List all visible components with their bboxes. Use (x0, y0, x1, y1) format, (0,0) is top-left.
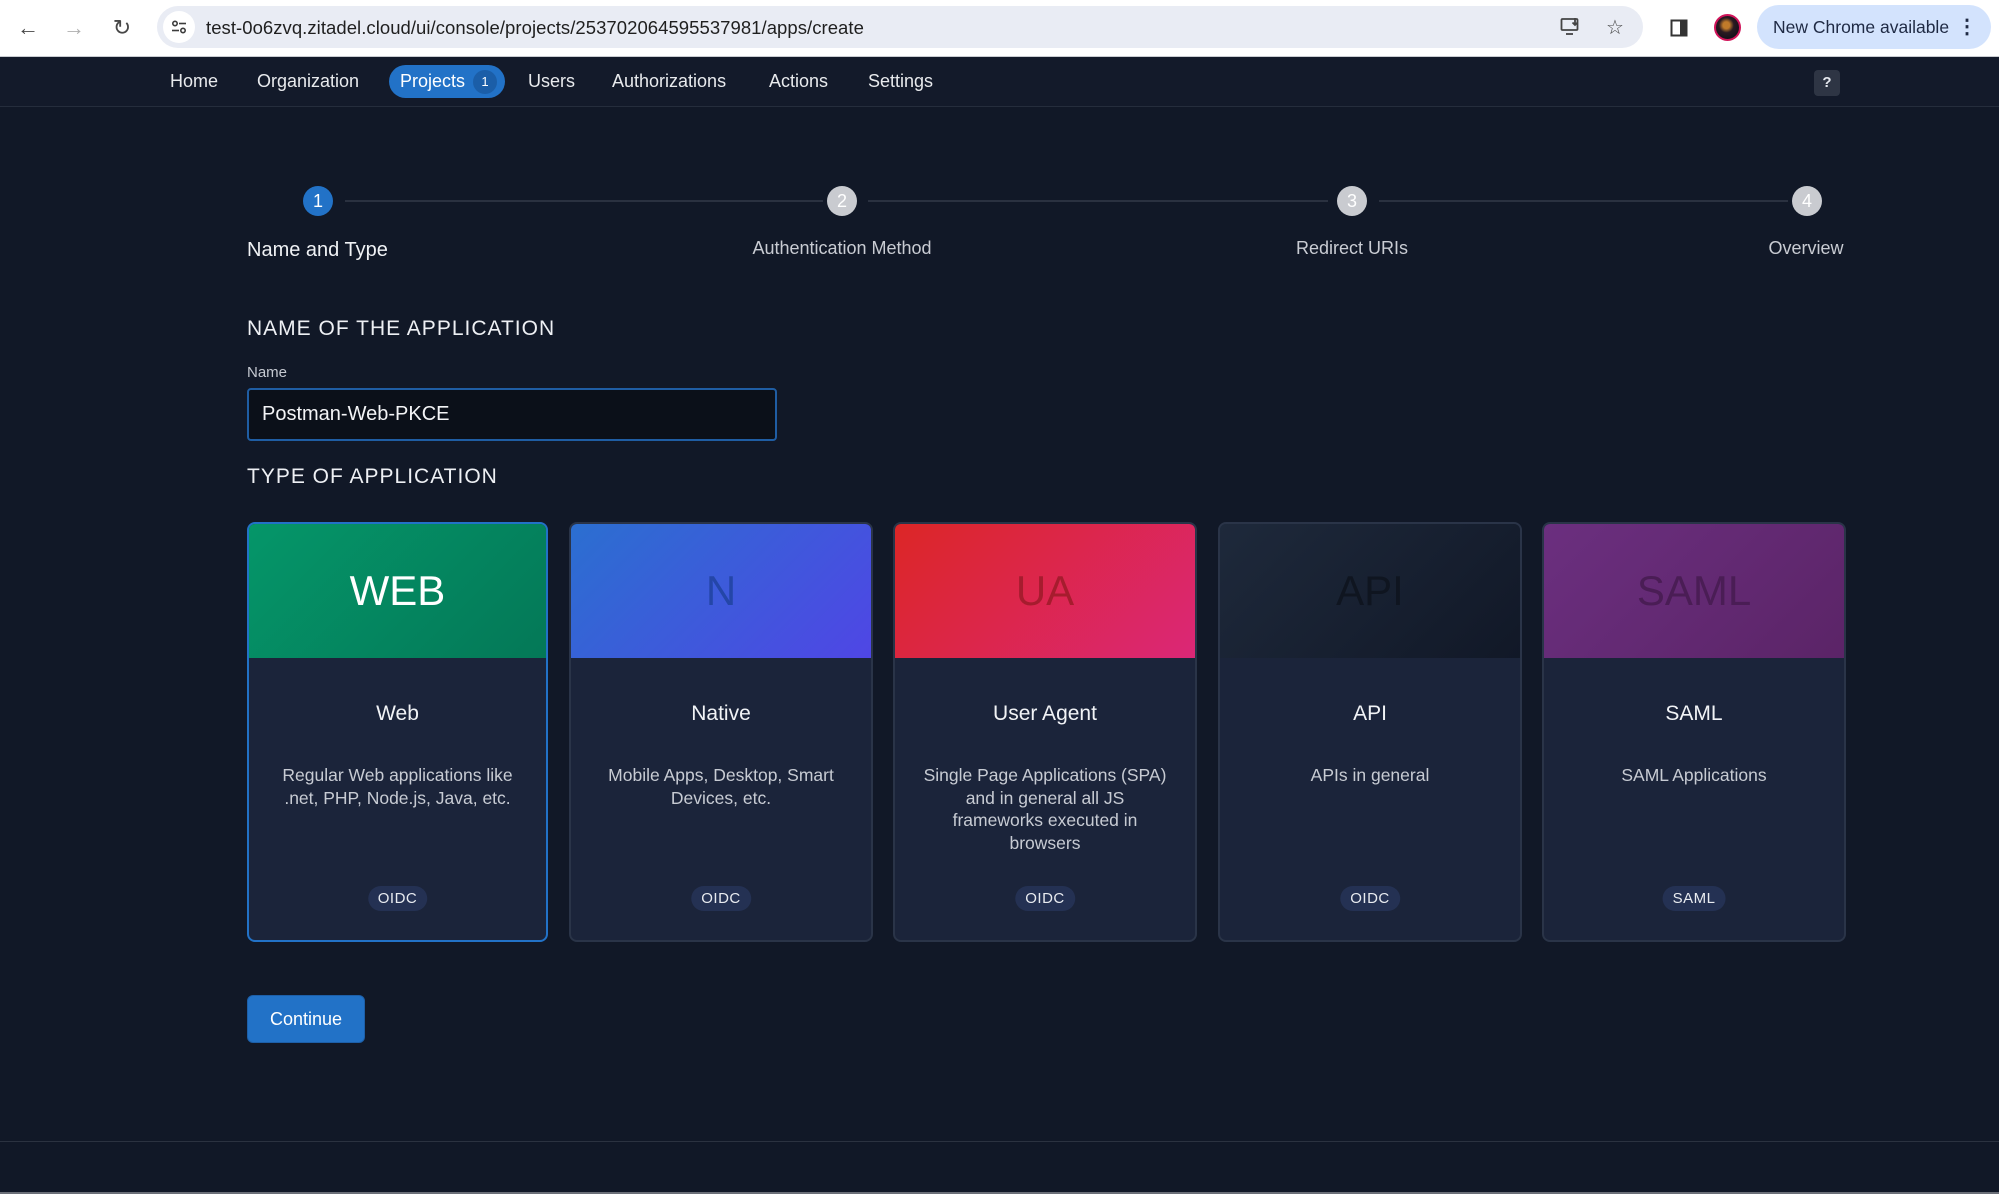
browser-toolbar: ← → ↻ test-0o6zvq.zitadel.cloud/ui/conso… (0, 0, 1999, 57)
step-2-label: Authentication Method (752, 238, 932, 258)
card-abbreviation: N (705, 567, 737, 614)
stepper-connector (868, 200, 1328, 202)
back-arrow-icon[interactable]: ← (12, 12, 44, 44)
step-1-indicator[interactable]: 1 (303, 186, 333, 216)
card-abbreviation: WEB (349, 567, 446, 614)
nav-label: Projects (400, 71, 466, 91)
help-button[interactable]: ? (1814, 70, 1840, 96)
card-header: API (1220, 524, 1520, 658)
card-title: Web (376, 702, 419, 725)
star-icon[interactable]: ☆ (1601, 14, 1629, 40)
nav-item-projects[interactable]: Projects 1 (389, 65, 506, 98)
protocol-tag: OIDC (691, 886, 751, 911)
projects-count-badge: 1 (473, 70, 498, 94)
step-4-indicator[interactable]: 4 (1792, 186, 1822, 216)
update-label: New Chrome available (1773, 16, 1950, 37)
card-abbreviation: UA (1015, 567, 1075, 614)
card-title: API (1353, 702, 1387, 725)
nav-item-home[interactable]: Home (159, 65, 229, 98)
kebab-menu-icon[interactable]: ⋮ (1957, 14, 1977, 39)
stepper-connector (1379, 200, 1788, 202)
nav-label: Users (528, 71, 576, 91)
nav-item-authorizations[interactable]: Authorizations (601, 65, 737, 98)
card-title: Native (691, 702, 751, 725)
card-header: UA (895, 524, 1195, 658)
protocol-tag: OIDC (1015, 886, 1075, 911)
stepper-connector (345, 200, 823, 202)
forward-arrow-icon[interactable]: → (58, 12, 90, 44)
nav-label: Home (170, 71, 219, 91)
card-header: SAML (1544, 524, 1844, 658)
card-description: Regular Web applications like .net, PHP,… (282, 765, 513, 808)
nav-item-actions[interactable]: Actions (758, 65, 839, 98)
protocol-tag: OIDC (367, 886, 428, 911)
nav-item-organization[interactable]: Organization (246, 65, 370, 98)
name-section-title: NAME OF THE APPLICATION (247, 317, 556, 340)
card-abbreviation: API (1336, 567, 1404, 614)
protocol-tag: OIDC (1340, 886, 1400, 911)
card-header: N (571, 524, 871, 658)
protocol-tag: SAML (1662, 886, 1726, 911)
app-type-card-user-agent[interactable]: UA User Agent Single Page Applications (… (893, 522, 1197, 942)
new-chrome-available-button[interactable]: New Chrome available ⋮ (1757, 5, 1991, 49)
url-text[interactable]: test-0o6zvq.zitadel.cloud/ui/console/pro… (206, 17, 864, 39)
card-description: Mobile Apps, Desktop, Smart Devices, etc… (608, 765, 834, 808)
step-4-label: Overview (1768, 238, 1844, 258)
nav-item-users[interactable]: Users (517, 65, 586, 98)
top-navigation: Home Organization Projects 1 Users Author… (0, 57, 1999, 107)
step-3-indicator[interactable]: 3 (1337, 186, 1367, 216)
card-title: SAML (1665, 702, 1723, 725)
step-1-label: Name and Type (247, 239, 388, 261)
app-type-card-web[interactable]: WEB Web Regular Web applications like .n… (247, 522, 548, 942)
name-field-label: Name (247, 364, 288, 381)
type-section-title: TYPE OF APPLICATION (247, 465, 498, 488)
footer-divider (0, 1141, 1999, 1142)
install-app-icon[interactable] (1557, 14, 1585, 40)
step-3-label: Redirect URIs (1295, 238, 1409, 258)
avatar[interactable] (1714, 14, 1741, 41)
nav-label: Organization (257, 71, 360, 91)
app-type-card-saml[interactable]: SAML SAML SAML Applications SAML (1542, 522, 1846, 942)
card-abbreviation: SAML (1636, 567, 1752, 614)
card-description: APIs in general (1310, 765, 1430, 785)
nav-item-settings[interactable]: Settings (857, 65, 944, 98)
app-type-card-native[interactable]: N Native Mobile Apps, Desktop, Smart Dev… (569, 522, 873, 942)
card-title: User Agent (993, 702, 1097, 725)
tune-icon[interactable] (163, 11, 195, 43)
step-2-indicator[interactable]: 2 (827, 186, 857, 216)
card-description: Single Page Applications (SPA) and in ge… (923, 765, 1167, 853)
app-type-card-api[interactable]: API API APIs in general OIDC (1218, 522, 1522, 942)
side-panel-icon[interactable] (1664, 13, 1694, 43)
card-description: SAML Applications (1621, 765, 1767, 785)
application-name-input[interactable] (247, 388, 777, 441)
nav-label: Authorizations (612, 71, 727, 91)
nav-label: Settings (868, 71, 934, 91)
address-bar[interactable]: test-0o6zvq.zitadel.cloud/ui/console/pro… (157, 6, 1643, 48)
card-header: WEB (249, 524, 546, 658)
reload-icon[interactable]: ↻ (106, 12, 138, 44)
nav-label: Actions (769, 71, 829, 91)
continue-button[interactable]: Continue (247, 995, 365, 1043)
